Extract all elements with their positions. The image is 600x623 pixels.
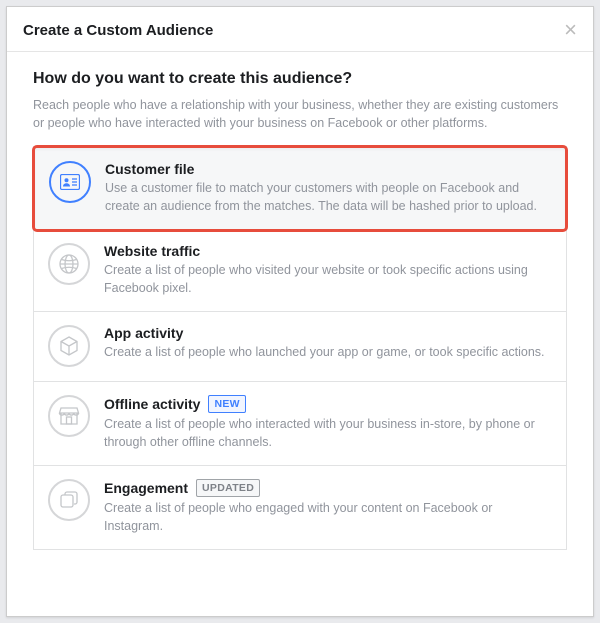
create-custom-audience-modal: Create a Custom Audience × How do you wa… <box>6 6 594 617</box>
option-content: App activity Create a list of people who… <box>104 325 552 362</box>
option-desc: Create a list of people who interacted w… <box>104 416 552 451</box>
option-app-activity[interactable]: App activity Create a list of people who… <box>34 312 566 382</box>
options-list: Customer file Use a customer file to mat… <box>33 146 567 550</box>
option-title: App activity <box>104 325 183 341</box>
globe-icon <box>48 243 90 285</box>
option-desc: Create a list of people who visited your… <box>104 262 552 297</box>
new-badge: NEW <box>208 395 245 413</box>
option-content: Engagement UPDATED Create a list of peop… <box>104 479 552 535</box>
option-desc: Create a list of people who launched you… <box>104 344 552 362</box>
option-customer-file[interactable]: Customer file Use a customer file to mat… <box>32 145 568 232</box>
option-title: Website traffic <box>104 243 200 259</box>
option-title: Customer file <box>105 161 194 177</box>
option-content: Offline activity NEW Create a list of pe… <box>104 395 552 451</box>
updated-badge: UPDATED <box>196 479 260 497</box>
close-icon[interactable]: × <box>564 19 577 41</box>
option-title: Offline activity <box>104 396 200 412</box>
option-engagement[interactable]: Engagement UPDATED Create a list of peop… <box>34 466 566 549</box>
cube-icon <box>48 325 90 367</box>
modal-body: How do you want to create this audience?… <box>7 52 593 570</box>
modal-question: How do you want to create this audience? <box>33 70 567 88</box>
modal-title: Create a Custom Audience <box>23 22 213 39</box>
option-title: Engagement <box>104 480 188 496</box>
store-icon <box>48 395 90 437</box>
modal-intro: Reach people who have a relationship wit… <box>33 96 567 132</box>
copy-icon <box>48 479 90 521</box>
contact-card-icon <box>49 161 91 203</box>
option-desc: Use a customer file to match your custom… <box>105 180 551 215</box>
modal-header: Create a Custom Audience × <box>7 7 593 52</box>
option-content: Website traffic Create a list of people … <box>104 243 552 297</box>
option-offline-activity[interactable]: Offline activity NEW Create a list of pe… <box>34 382 566 466</box>
option-website-traffic[interactable]: Website traffic Create a list of people … <box>34 230 566 312</box>
option-desc: Create a list of people who engaged with… <box>104 500 552 535</box>
option-content: Customer file Use a customer file to mat… <box>105 161 551 215</box>
